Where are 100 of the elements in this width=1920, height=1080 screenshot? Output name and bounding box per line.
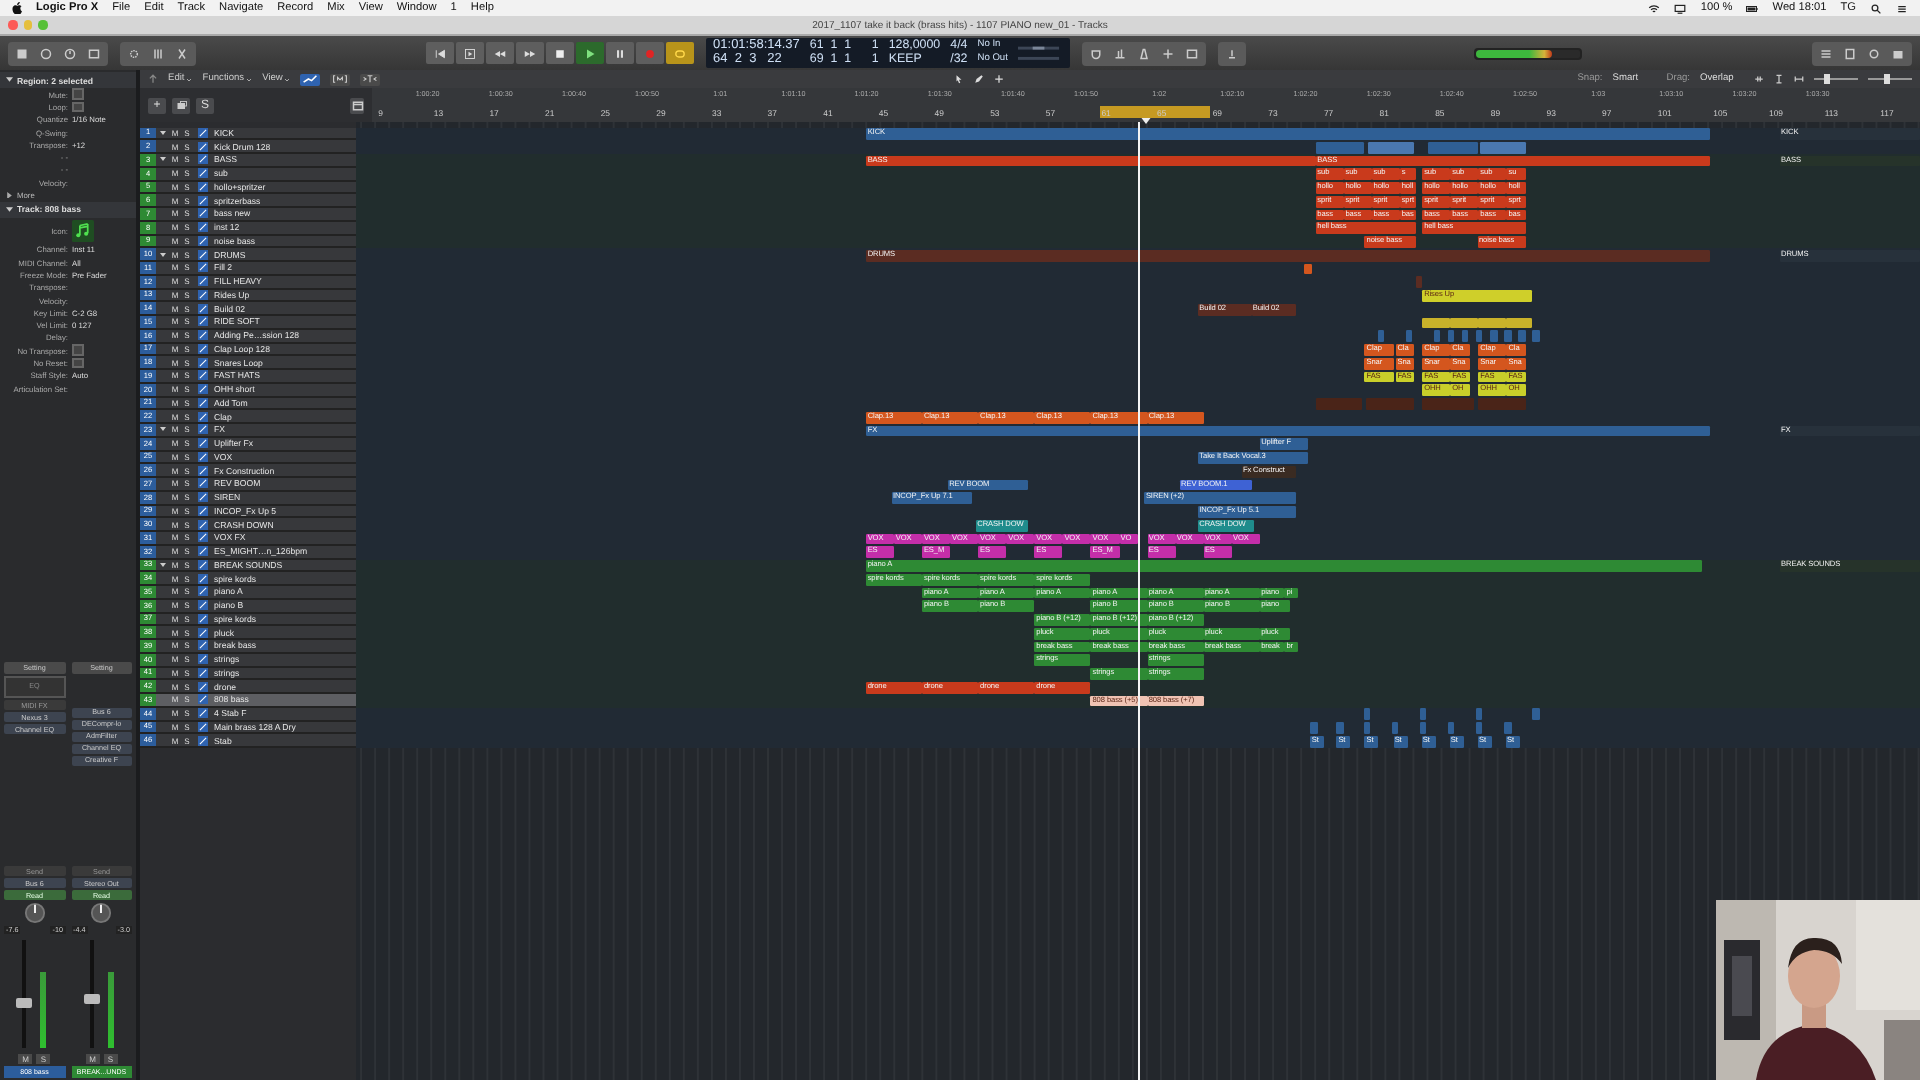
pencil-tool-icon[interactable]: [974, 74, 985, 84]
automation-icon[interactable]: [198, 519, 208, 530]
display-icon[interactable]: [1674, 3, 1687, 13]
automation-icon[interactable]: [198, 222, 208, 233]
automation-icon[interactable]: [198, 451, 208, 462]
automation-icon[interactable]: [198, 127, 208, 138]
automation-icon[interactable]: [198, 384, 208, 395]
automation-icon[interactable]: [198, 654, 208, 665]
automation-icon[interactable]: [198, 289, 208, 300]
automation-icon[interactable]: [198, 465, 208, 476]
automation-icon[interactable]: [198, 694, 208, 705]
automation-icon[interactable]: [198, 262, 208, 273]
disclosure-icon[interactable]: [160, 129, 166, 136]
disclosure-icon[interactable]: [6, 76, 13, 84]
automation-icon[interactable]: [198, 397, 208, 408]
toolbar-button[interactable]: [60, 43, 80, 63]
automation-icon[interactable]: [198, 640, 208, 651]
automation-icon[interactable]: [198, 478, 208, 489]
automation-icon[interactable]: [198, 546, 208, 557]
checkbox[interactable]: [72, 344, 83, 356]
checkbox[interactable]: [72, 88, 83, 100]
duplicate-track-button[interactable]: [172, 97, 190, 113]
disclosure-icon[interactable]: [160, 426, 166, 433]
pan-knob[interactable]: [90, 902, 113, 924]
automation-icon[interactable]: [198, 586, 208, 597]
automation-icon[interactable]: [198, 316, 208, 327]
fast-forward-button[interactable]: [515, 42, 544, 64]
disclosure-icon[interactable]: [160, 251, 166, 258]
region[interactable]: [1303, 263, 1313, 275]
fader-handle[interactable]: [83, 993, 99, 1004]
automation-icon[interactable]: [198, 303, 208, 314]
automation-icon[interactable]: [198, 343, 208, 354]
disclosure-icon[interactable]: [160, 156, 166, 163]
automation-icon[interactable]: [198, 505, 208, 516]
automation-icon[interactable]: [198, 276, 208, 287]
notepad-button[interactable]: [1840, 43, 1860, 63]
play-from-selection-button[interactable]: [455, 42, 484, 64]
automation-icon[interactable]: [198, 424, 208, 435]
region[interactable]: [1480, 141, 1527, 154]
go-to-start-button[interactable]: [425, 42, 454, 64]
automation-icon[interactable]: [198, 357, 208, 368]
automation-icon[interactable]: [198, 573, 208, 584]
region[interactable]: [1422, 317, 1450, 329]
automation-icon[interactable]: [198, 681, 208, 692]
zoom-slider-thumb[interactable]: [1884, 74, 1891, 84]
help-button[interactable]: [36, 43, 56, 63]
automation-icon[interactable]: [198, 721, 208, 732]
automation-icon[interactable]: [198, 613, 208, 624]
playhead-line[interactable]: [1138, 122, 1141, 1080]
automation-button[interactable]: [300, 73, 321, 85]
ruler[interactable]: [372, 88, 1920, 122]
cycle-button[interactable]: [665, 42, 694, 64]
play-button[interactable]: [575, 42, 604, 64]
automation-icon[interactable]: [198, 370, 208, 381]
automation-icon[interactable]: [198, 559, 208, 570]
music-note-icon[interactable]: [72, 219, 94, 242]
checkbox[interactable]: [72, 357, 83, 369]
automation-icon[interactable]: [198, 492, 208, 503]
automation-icon[interactable]: [198, 208, 208, 219]
wifi-icon[interactable]: [1648, 3, 1661, 13]
horizontal-zoom-icon[interactable]: [1794, 74, 1805, 84]
checkbox[interactable]: [72, 101, 83, 113]
track-view-button[interactable]: [350, 97, 364, 113]
stop-button[interactable]: [545, 42, 574, 64]
automation-icon[interactable]: [198, 330, 208, 341]
fader-handle[interactable]: [16, 997, 32, 1008]
apple-logo-icon[interactable]: [12, 2, 22, 14]
automation-icon[interactable]: [198, 600, 208, 611]
disclosure-icon[interactable]: [160, 561, 166, 568]
automation-icon[interactable]: [198, 532, 208, 543]
master-volume-slider[interactable]: [1474, 47, 1583, 59]
pause-button[interactable]: [605, 42, 634, 64]
automation-icon[interactable]: [198, 195, 208, 206]
vertical-zoom-icon[interactable]: [1774, 74, 1785, 84]
zoom-slider-thumb[interactable]: [1824, 74, 1831, 84]
menu-icon[interactable]: [1896, 3, 1908, 13]
automation-icon[interactable]: [198, 181, 208, 192]
up-arrow-icon[interactable]: [148, 74, 158, 84]
automation-icon[interactable]: [198, 235, 208, 246]
rewind-button[interactable]: [485, 42, 514, 64]
crosshair-tool-icon[interactable]: [994, 74, 1005, 84]
automation-icon[interactable]: [198, 735, 208, 746]
region[interactable]: [1506, 317, 1533, 329]
automation-icon[interactable]: [198, 154, 208, 165]
automation-icon[interactable]: [198, 411, 208, 422]
automation-icon[interactable]: [198, 708, 208, 719]
automation-icon[interactable]: [198, 141, 208, 152]
region[interactable]: [1367, 141, 1415, 154]
catch-button[interactable]: [360, 73, 381, 85]
midi-button[interactable]: [330, 73, 351, 85]
battery-icon[interactable]: [1746, 3, 1759, 13]
automation-icon[interactable]: [198, 249, 208, 260]
automation-icon[interactable]: [198, 438, 208, 449]
waveform-zoom-icon[interactable]: [1754, 74, 1765, 84]
automation-icon[interactable]: [198, 168, 208, 179]
automation-icon[interactable]: [198, 667, 208, 678]
pointer-tool-icon[interactable]: [954, 74, 965, 84]
automation-icon[interactable]: [198, 627, 208, 638]
pan-knob[interactable]: [23, 902, 46, 924]
search-icon[interactable]: [1870, 3, 1882, 13]
